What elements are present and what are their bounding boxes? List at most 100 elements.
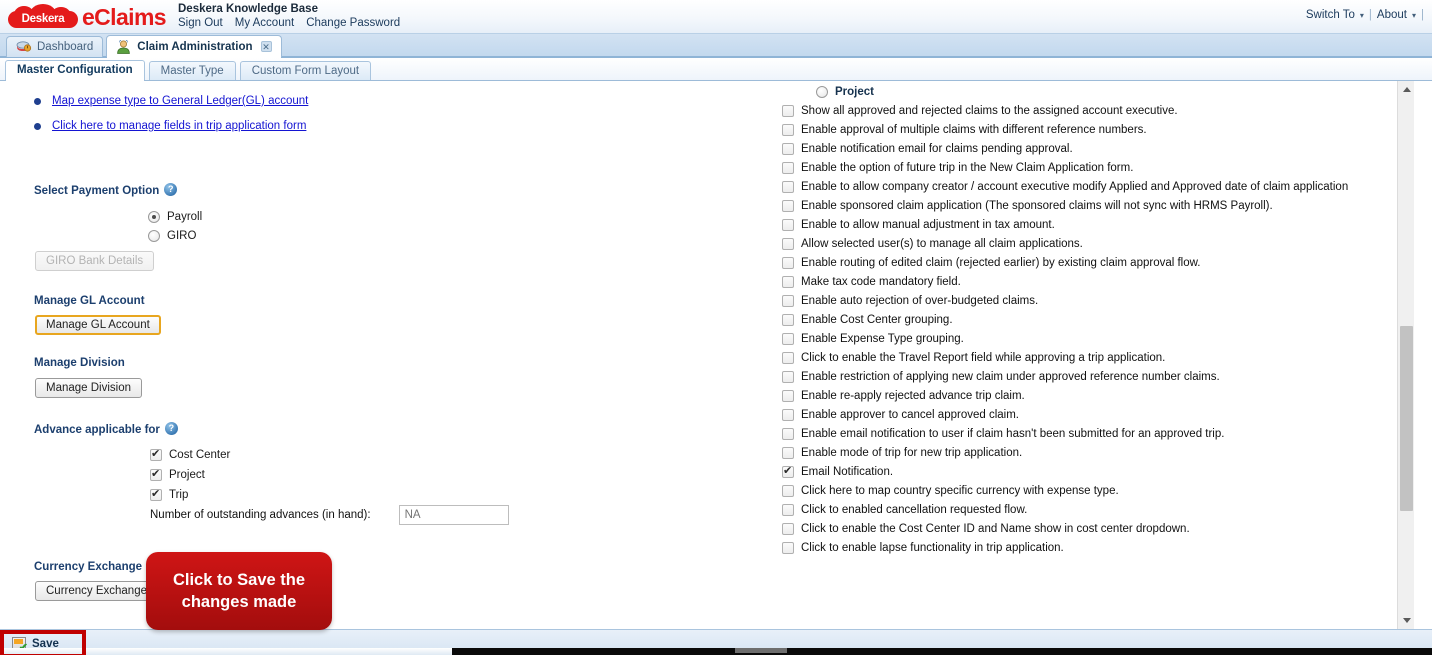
manage-trip-fields-link[interactable]: Click here to manage fields in trip appl…: [52, 120, 306, 132]
claim-option-label: Enable re-apply rejected advance trip cl…: [801, 389, 1025, 404]
claim-option-checkbox[interactable]: [782, 485, 794, 497]
claim-option-checkbox[interactable]: [782, 238, 794, 250]
claim-option-label: Click to enable the Travel Report field …: [801, 351, 1165, 366]
claim-option-row[interactable]: Enable Expense Type grouping.: [700, 332, 1414, 347]
claim-option-checkbox[interactable]: [782, 428, 794, 440]
claim-option-row[interactable]: Enable approval of multiple claims with …: [700, 123, 1414, 138]
vertical-scrollbar[interactable]: [1397, 81, 1414, 629]
claim-option-checkbox[interactable]: [782, 504, 794, 516]
bullet-icon: [34, 123, 41, 130]
claim-option-checkbox[interactable]: [782, 257, 794, 269]
claim-option-checkbox[interactable]: [782, 181, 794, 193]
claim-option-label: Enable notification email for claims pen…: [801, 142, 1073, 157]
claim-option-checkbox[interactable]: [782, 409, 794, 421]
claim-option-checkbox[interactable]: [782, 466, 794, 478]
radio-payroll-input[interactable]: [148, 211, 160, 223]
claim-option-label: Enable auto rejection of over-budgeted c…: [801, 294, 1038, 309]
claim-option-row[interactable]: Enable auto rejection of over-budgeted c…: [700, 294, 1414, 309]
radio-project-input[interactable]: [816, 86, 828, 98]
claim-option-row[interactable]: Click to enable the Travel Report field …: [700, 351, 1414, 366]
claim-option-checkbox[interactable]: [782, 523, 794, 535]
tab-master-type[interactable]: Master Type: [149, 61, 236, 80]
claim-option-checkbox[interactable]: [782, 276, 794, 288]
claim-option-row[interactable]: Enable email notification to user if cla…: [700, 427, 1414, 442]
scroll-down-button[interactable]: [1398, 612, 1414, 629]
map-expense-type-link[interactable]: Map expense type to General Ledger(GL) a…: [52, 95, 308, 107]
checkbox-project[interactable]: Project: [150, 469, 700, 481]
claim-option-checkbox[interactable]: [782, 105, 794, 117]
claim-option-row[interactable]: Click to enabled cancellation requested …: [700, 503, 1414, 518]
claim-option-row[interactable]: Enable to allow manual adjustment in tax…: [700, 218, 1414, 233]
claim-option-checkbox[interactable]: [782, 295, 794, 307]
manage-division-button[interactable]: Manage Division: [35, 378, 142, 398]
tab-master-configuration[interactable]: Master Configuration: [5, 60, 145, 80]
claim-option-checkbox[interactable]: [782, 333, 794, 345]
claim-option-checkbox[interactable]: [782, 200, 794, 212]
claim-option-label: Enable to allow company creator / accoun…: [801, 180, 1348, 195]
help-icon[interactable]: ?: [165, 422, 178, 435]
claim-option-checkbox[interactable]: [782, 542, 794, 554]
claim-option-checkbox[interactable]: [782, 390, 794, 402]
radio-payroll[interactable]: Payroll: [148, 211, 700, 223]
sign-out-link[interactable]: Sign Out: [178, 17, 223, 29]
claim-option-row[interactable]: Enable sponsored claim application (The …: [700, 199, 1414, 214]
claim-option-row[interactable]: Click to enable the Cost Center ID and N…: [700, 522, 1414, 537]
my-account-link[interactable]: My Account: [235, 17, 294, 29]
currency-exchange-button[interactable]: Currency Exchange: [35, 581, 158, 601]
app-logo[interactable]: Deskera eClaims: [6, 2, 166, 32]
tab-claim-administration[interactable]: Claim Administration ✕: [106, 35, 281, 57]
claim-option-checkbox[interactable]: [782, 219, 794, 231]
claim-option-row[interactable]: Enable notification email for claims pen…: [700, 142, 1414, 157]
claim-option-row[interactable]: Email Notification.: [700, 465, 1414, 480]
checkbox-cost-center-input[interactable]: [150, 449, 162, 461]
tab-dashboard[interactable]: Dashboard: [6, 36, 103, 57]
application-window: Deskera eClaims Deskera Knowledge Base S…: [0, 0, 1432, 655]
checkbox-trip[interactable]: Trip: [150, 489, 700, 501]
claim-option-row[interactable]: Enable to allow company creator / accoun…: [700, 180, 1414, 195]
help-icon[interactable]: ?: [164, 183, 177, 196]
checkbox-cost-center-label: Cost Center: [169, 449, 230, 461]
currency-exchange-title: Currency Exchange: [34, 561, 142, 573]
claim-option-checkbox[interactable]: [782, 371, 794, 383]
radio-giro[interactable]: GIRO: [148, 230, 700, 242]
manage-gl-account-button[interactable]: Manage GL Account: [35, 315, 161, 335]
checkbox-cost-center[interactable]: Cost Center: [150, 449, 700, 461]
claim-option-row[interactable]: Allow selected user(s) to manage all cla…: [700, 237, 1414, 252]
about-caret-icon[interactable]: ▾: [1412, 11, 1416, 20]
taskbar-left: [0, 648, 452, 655]
checkbox-project-label: Project: [169, 469, 205, 481]
scrollbar-thumb[interactable]: [1400, 326, 1413, 511]
claim-option-checkbox[interactable]: [782, 314, 794, 326]
claim-option-row[interactable]: Enable approver to cancel approved claim…: [700, 408, 1414, 423]
claim-option-checkbox[interactable]: [782, 352, 794, 364]
claim-option-row[interactable]: Show all approved and rejected claims to…: [700, 104, 1414, 119]
claim-option-row[interactable]: Enable mode of trip for new trip applica…: [700, 446, 1414, 461]
checkbox-trip-input[interactable]: [150, 489, 162, 501]
claim-option-row[interactable]: Click to enable lapse functionality in t…: [700, 541, 1414, 556]
change-password-link[interactable]: Change Password: [306, 17, 400, 29]
switch-to-caret-icon[interactable]: ▾: [1360, 11, 1364, 20]
radio-giro-input[interactable]: [148, 230, 160, 242]
claim-option-row[interactable]: Enable the option of future trip in the …: [700, 161, 1414, 176]
claim-option-row[interactable]: Enable routing of edited claim (rejected…: [700, 256, 1414, 271]
bullet-icon: [34, 98, 41, 105]
claim-option-row[interactable]: Click here to map country specific curre…: [700, 484, 1414, 499]
claim-option-label: Enable mode of trip for new trip applica…: [801, 446, 1022, 461]
radio-project-row[interactable]: Project: [700, 85, 1414, 100]
claim-option-checkbox[interactable]: [782, 447, 794, 459]
switch-to-link[interactable]: Switch To: [1306, 9, 1355, 21]
scroll-up-button[interactable]: [1398, 81, 1414, 98]
tab-custom-form-layout[interactable]: Custom Form Layout: [240, 61, 371, 80]
claim-option-row[interactable]: Make tax code mandatory field.: [700, 275, 1414, 290]
checkbox-project-input[interactable]: [150, 469, 162, 481]
close-icon[interactable]: ✕: [261, 41, 272, 52]
claim-option-checkbox[interactable]: [782, 162, 794, 174]
about-link[interactable]: About: [1377, 9, 1407, 21]
claim-option-checkbox[interactable]: [782, 143, 794, 155]
claim-option-checkbox[interactable]: [782, 124, 794, 136]
claim-option-row[interactable]: Enable re-apply rejected advance trip cl…: [700, 389, 1414, 404]
claim-option-row[interactable]: Enable restriction of applying new claim…: [700, 370, 1414, 385]
outstanding-advances-input[interactable]: [399, 505, 509, 525]
claim-option-label: Enable Expense Type grouping.: [801, 332, 964, 347]
claim-option-row[interactable]: Enable Cost Center grouping.: [700, 313, 1414, 328]
